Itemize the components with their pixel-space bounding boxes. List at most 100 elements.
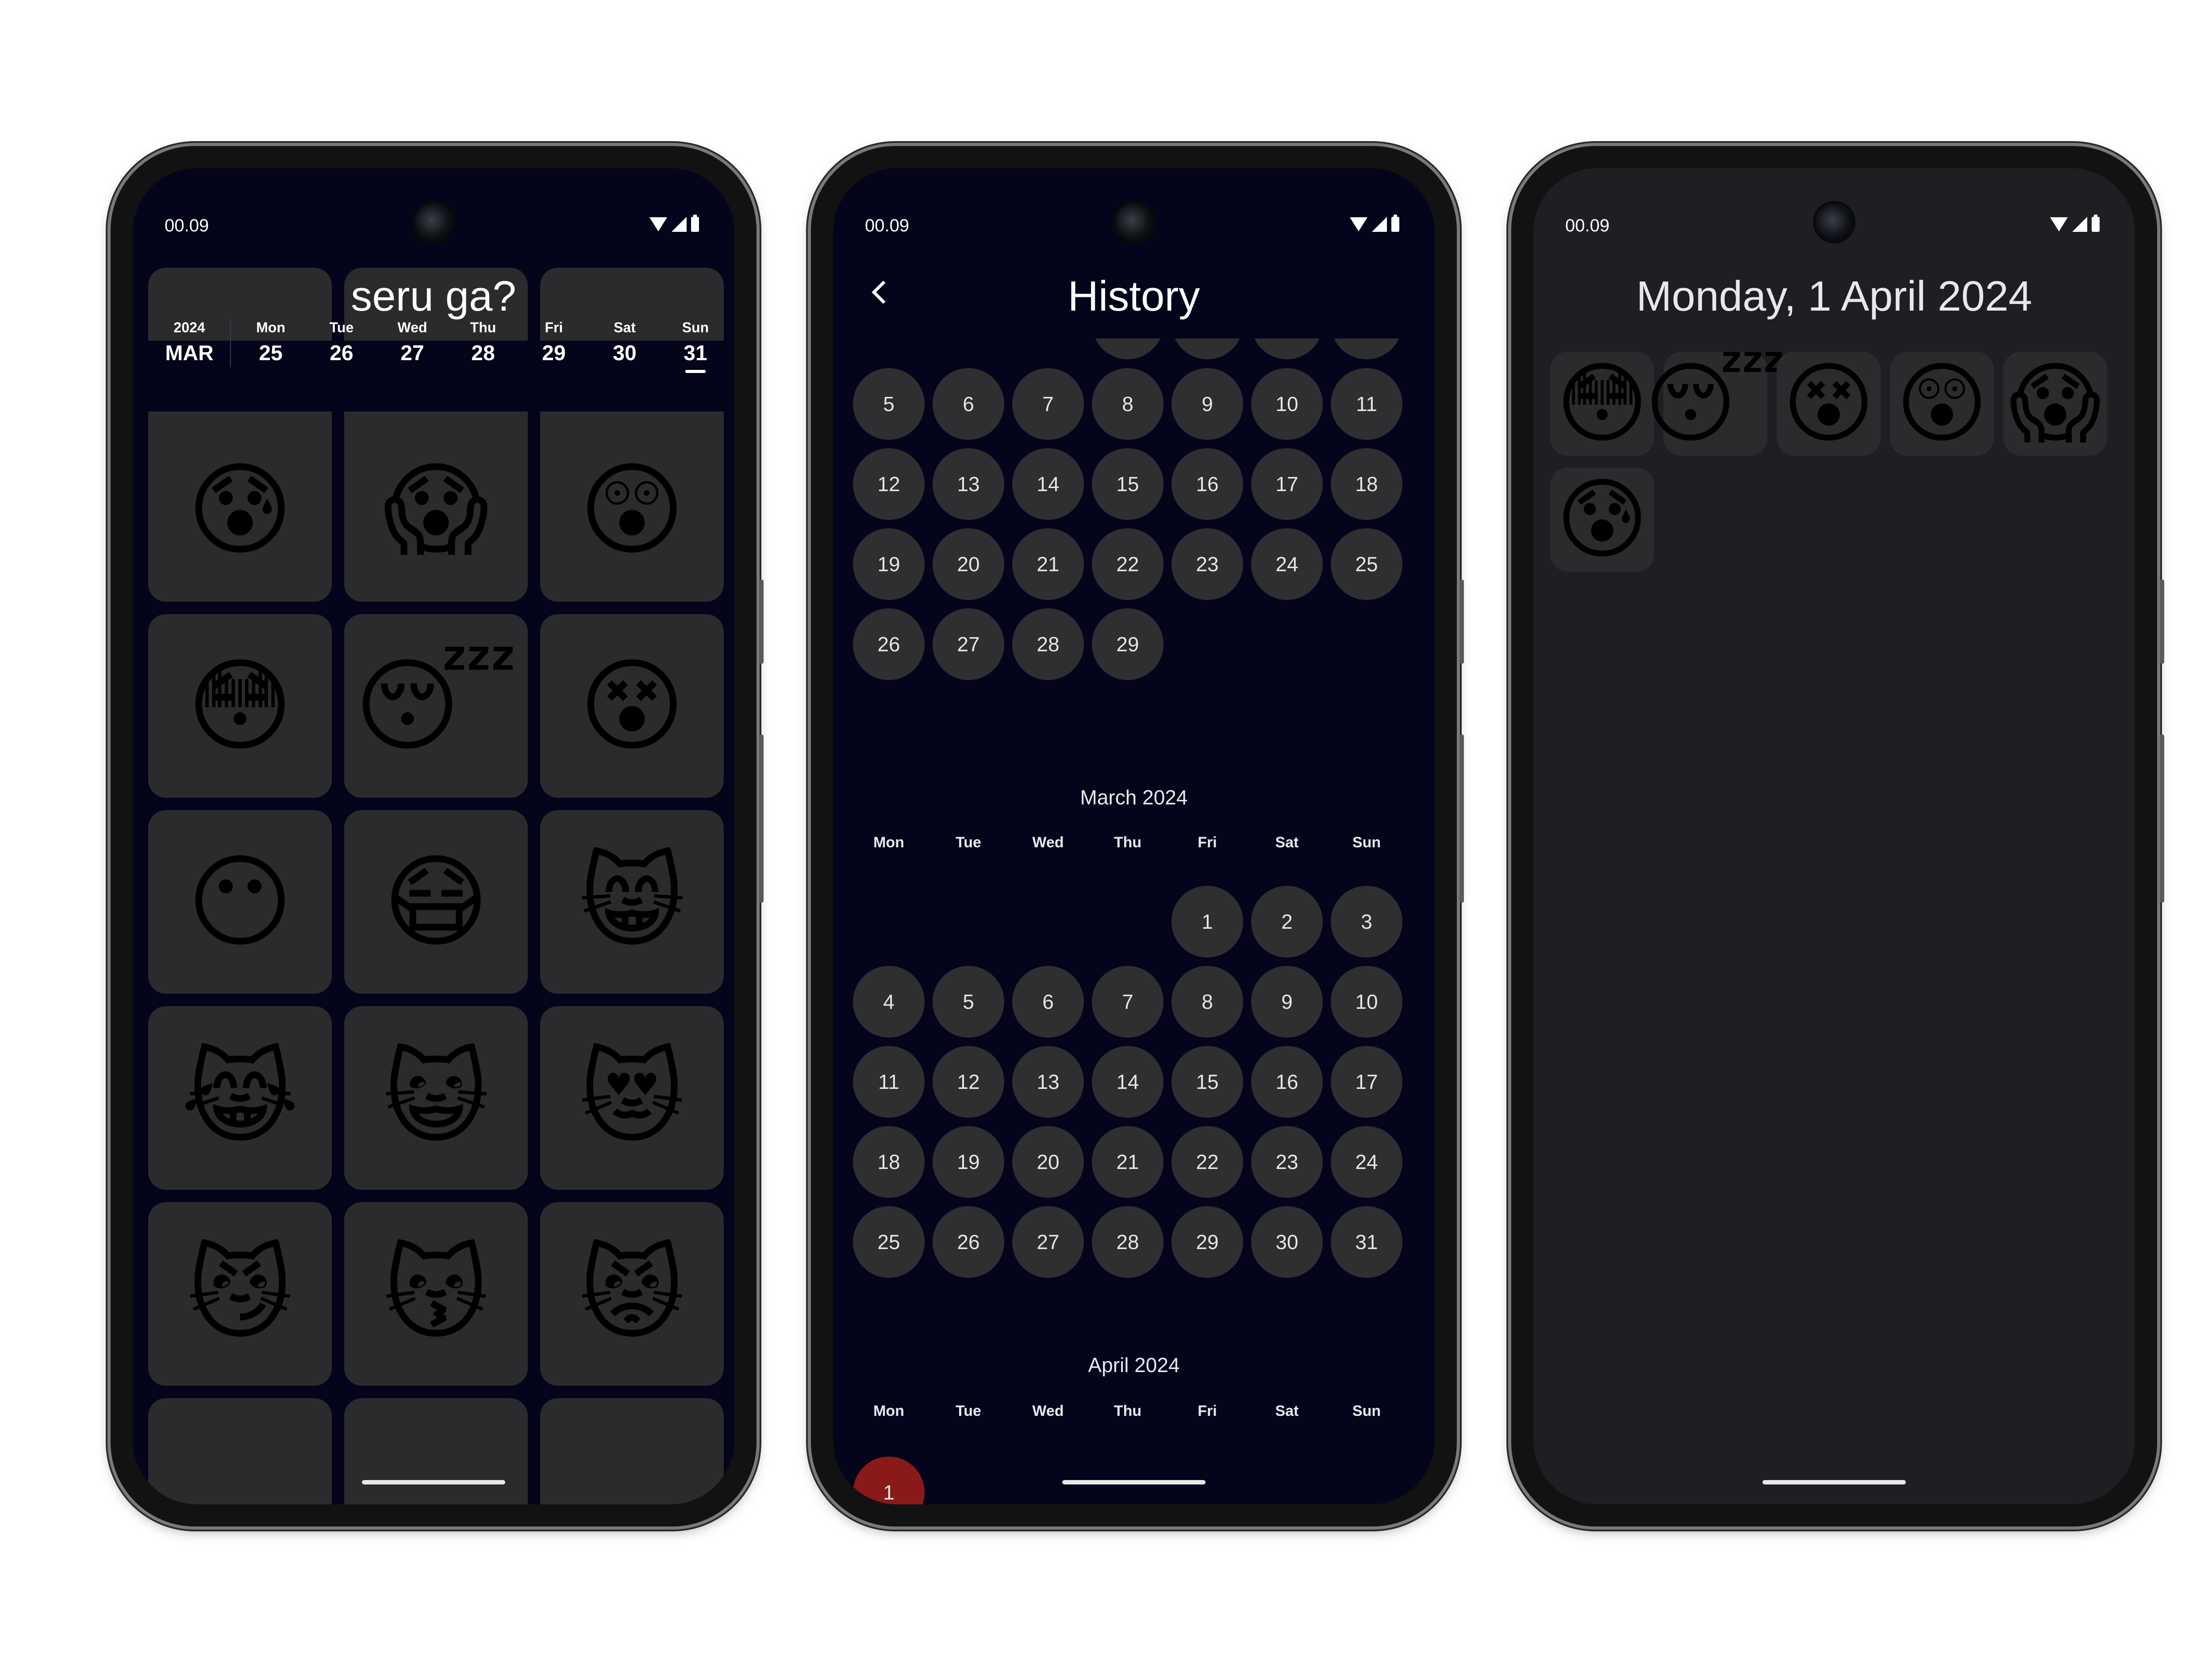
recorded-emoji[interactable]: 😵 (1777, 352, 1881, 456)
calendar-day[interactable]: 2 (1251, 886, 1323, 957)
emoji-tile[interactable]: 😲 (540, 418, 724, 602)
calendar-day[interactable]: 13 (933, 448, 1004, 520)
emoji-tile[interactable]: 😰 (148, 418, 332, 602)
calendar-day[interactable]: 15 (1171, 1046, 1243, 1118)
wifi-icon (2050, 217, 2068, 231)
calendar-day[interactable]: 5 (933, 966, 1004, 1038)
home-indicator[interactable] (362, 1480, 505, 1484)
day-item-mon[interactable]: Mon 25 (235, 319, 306, 381)
day-item-sat[interactable]: Sat 30 (589, 319, 660, 381)
calendar-day[interactable]: 24 (1331, 1126, 1402, 1198)
calendar-day[interactable]: 13 (1012, 1046, 1084, 1118)
calendar-day[interactable]: 10 (1251, 368, 1323, 440)
calendar-day[interactable]: 20 (933, 528, 1004, 600)
calendar-day[interactable]: 12 (933, 1046, 1004, 1118)
calendar-day[interactable]: 19 (933, 1126, 1004, 1198)
calendar-day[interactable]: 21 (1012, 528, 1084, 600)
emoji-tile[interactable]: 😺 (344, 1006, 528, 1190)
day-item-fri[interactable]: Fri 29 (518, 319, 589, 381)
calendar-day[interactable]: 20 (1012, 1126, 1084, 1198)
emoji-tile[interactable]: 😶 (148, 810, 332, 994)
emoji-tile[interactable]: 😵 (540, 614, 724, 798)
calendar-day[interactable]: 24 (1251, 528, 1323, 600)
day-item-tue[interactable]: Tue 26 (306, 319, 377, 381)
calendar-day[interactable]: 16 (1251, 1046, 1323, 1118)
calendar-day[interactable]: 29 (1092, 608, 1164, 680)
calendar-day[interactable]: 1 (1171, 886, 1243, 957)
calendar-day[interactable]: 25 (853, 1206, 925, 1278)
emoji-tile[interactable] (344, 1398, 528, 1504)
calendar-day[interactable]: 26 (933, 1206, 1004, 1278)
home-indicator[interactable] (1062, 1480, 1206, 1484)
calendar-day[interactable]: 31 (1331, 1206, 1402, 1278)
emoji-tile[interactable]: 😼 (148, 1202, 332, 1386)
calendar-day[interactable]: 4 (853, 966, 925, 1038)
calendar-day[interactable]: 22 (1171, 1126, 1243, 1198)
calendar-day[interactable]: 17 (1331, 1046, 1402, 1118)
calendar-day[interactable]: 22 (1092, 528, 1164, 600)
calendar-day[interactable]: 14 (1092, 1046, 1164, 1118)
calendar-day[interactable]: 23 (1171, 528, 1243, 600)
calendar-day[interactable]: 9 (1171, 368, 1243, 440)
calendar-day[interactable]: 18 (853, 1126, 925, 1198)
calendar-day[interactable]: 10 (1331, 966, 1402, 1038)
emoji-tile[interactable]: 😳 (148, 614, 332, 798)
calendar-day[interactable]: 8 (1092, 368, 1164, 440)
emoji-tile[interactable]: 😽 (344, 1202, 528, 1386)
calendar-day[interactable]: 12 (853, 448, 925, 520)
recorded-emoji[interactable]: 😴 (1644, 352, 1786, 456)
month-label: MAR (165, 342, 214, 365)
calendar-day[interactable]: 25 (1331, 528, 1402, 600)
home-indicator[interactable] (1763, 1480, 1906, 1484)
calendar-day[interactable]: 23 (1251, 1126, 1323, 1198)
calendar-day[interactable]: 9 (1251, 966, 1323, 1038)
emoji-tile[interactable] (148, 1398, 332, 1504)
calendar-day[interactable]: 27 (1012, 1206, 1084, 1278)
calendar-day[interactable]: 6 (933, 368, 1004, 440)
calendar-day[interactable]: 29 (1171, 1206, 1243, 1278)
calendar-day[interactable]: 7 (1092, 966, 1164, 1038)
emoji-tile[interactable]: 😾 (540, 1202, 724, 1386)
calendar-day[interactable]: 1 (853, 1457, 925, 1504)
recorded-emoji[interactable]: 😰 (1550, 468, 1654, 572)
emoji-tile[interactable]: 😱 (344, 418, 528, 602)
signal-icon (2072, 217, 2087, 232)
weekday-label-april: Mon (873, 1403, 904, 1419)
calendar-day[interactable]: 11 (1331, 368, 1402, 440)
calendar-day[interactable]: 3 (1331, 886, 1402, 957)
calendar-day[interactable]: 27 (933, 608, 1004, 680)
emoji-tile[interactable]: 😹 (148, 1006, 332, 1190)
calendar-day[interactable]: 17 (1251, 448, 1323, 520)
calendar-day[interactable]: 30 (1251, 1206, 1323, 1278)
emoji-tile[interactable]: 😻 (540, 1006, 724, 1190)
calendar-day[interactable]: 16 (1171, 448, 1243, 520)
phone-mood-picker: 00.09 seru ga? 2024 MAR Mon 25 Tue 26 Wed 27 T… (111, 146, 764, 1526)
calendar-day[interactable]: 21 (1092, 1126, 1164, 1198)
calendar-day[interactable]: 7 (1012, 368, 1084, 440)
calendar-day[interactable]: 6 (1012, 966, 1084, 1038)
emoji-tile[interactable]: 😷 (344, 810, 528, 994)
calendar-day[interactable]: 5 (853, 368, 925, 440)
calendar-day[interactable]: 28 (1012, 608, 1084, 680)
recorded-emoji[interactable]: 😲 (1890, 352, 1994, 456)
front-camera (1816, 204, 1853, 241)
day-item-wed[interactable]: Wed 27 (377, 319, 448, 381)
emoji-tile[interactable]: 😸 (540, 810, 724, 994)
day-name: Mon (256, 319, 285, 335)
recorded-emoji[interactable]: 😱 (2003, 352, 2107, 456)
calendar-day[interactable]: 18 (1331, 448, 1402, 520)
calendar-day[interactable]: 26 (853, 608, 925, 680)
calendar-day[interactable]: 15 (1092, 448, 1164, 520)
calendar-day[interactable]: 11 (853, 1046, 925, 1118)
emoji-tile[interactable] (540, 1398, 724, 1504)
calendar-day[interactable]: 14 (1012, 448, 1084, 520)
day-item-sun[interactable]: Sun 31 (660, 319, 731, 381)
weekday-label-april: Thu (1114, 1403, 1142, 1419)
recorded-emoji[interactable]: 😳 (1550, 352, 1654, 456)
emoji-tile[interactable]: 😴 (344, 614, 528, 798)
day-item-thu[interactable]: Thu 28 (448, 319, 518, 381)
calendar-day[interactable]: 28 (1092, 1206, 1164, 1278)
weekday-label-april: Fri (1198, 1403, 1217, 1419)
calendar-day[interactable]: 8 (1171, 966, 1243, 1038)
calendar-day[interactable]: 19 (853, 528, 925, 600)
